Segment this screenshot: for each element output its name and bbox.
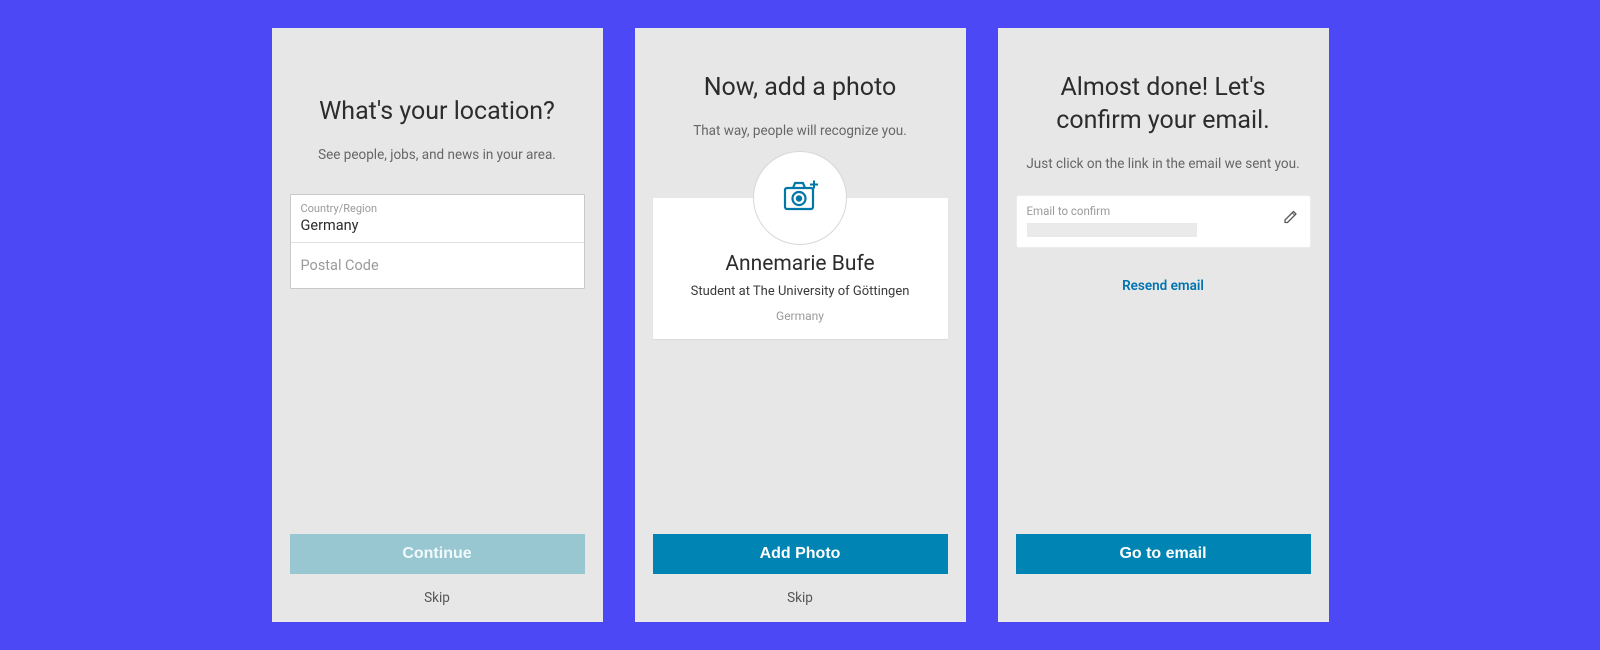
skip-link[interactable]: Skip [290,590,585,606]
go-to-email-button[interactable]: Go to email [1016,534,1311,574]
go-to-email-button-label: Go to email [1119,545,1206,563]
screen-subtitle: That way, people will recognize you. [653,122,948,142]
add-photo-button-label: Add Photo [760,545,841,563]
edit-email-button[interactable] [1282,204,1300,230]
screen-title: Almost done! Let's confirm your email. [1016,71,1311,137]
email-field-content: Email to confirm [1027,204,1274,237]
continue-button-label: Continue [402,545,471,563]
screen-title: What's your location? [290,95,585,128]
profile-country: Germany [663,309,938,323]
profile-role: Student at The University of Göttingen [663,284,938,299]
location-input-stack: Country/Region Germany Postal Code [290,194,585,289]
onboarding-confirm-email-screen: Almost done! Let's confirm your email. J… [998,28,1329,622]
country-region-field[interactable]: Country/Region Germany [291,195,584,242]
email-field-label: Email to confirm [1027,204,1274,218]
email-value-redacted [1027,223,1197,237]
screen-subtitle: See people, jobs, and news in your area. [290,146,585,166]
pencil-icon [1282,211,1300,230]
country-region-label: Country/Region [301,202,574,215]
add-photo-button[interactable]: Add Photo [653,534,948,574]
email-confirm-field[interactable]: Email to confirm [1016,195,1311,248]
resend-email-link[interactable]: Resend email [1016,278,1311,294]
postal-code-placeholder: Postal Code [301,257,574,274]
country-region-value: Germany [301,217,574,234]
screen-subtitle: Just click on the link in the email we s… [1016,155,1311,175]
continue-button[interactable]: Continue [290,534,585,574]
add-photo-avatar[interactable] [753,151,847,245]
screen-title: Now, add a photo [653,71,948,104]
profile-name: Annemarie Bufe [663,252,938,276]
postal-code-field[interactable]: Postal Code [291,242,584,288]
profile-preview-card: Annemarie Bufe Student at The University… [653,198,948,339]
skip-link[interactable]: Skip [653,590,948,606]
onboarding-photo-screen: Now, add a photo That way, people will r… [635,28,966,622]
onboarding-location-screen: What's your location? See people, jobs, … [272,28,603,622]
camera-plus-icon [780,177,820,219]
